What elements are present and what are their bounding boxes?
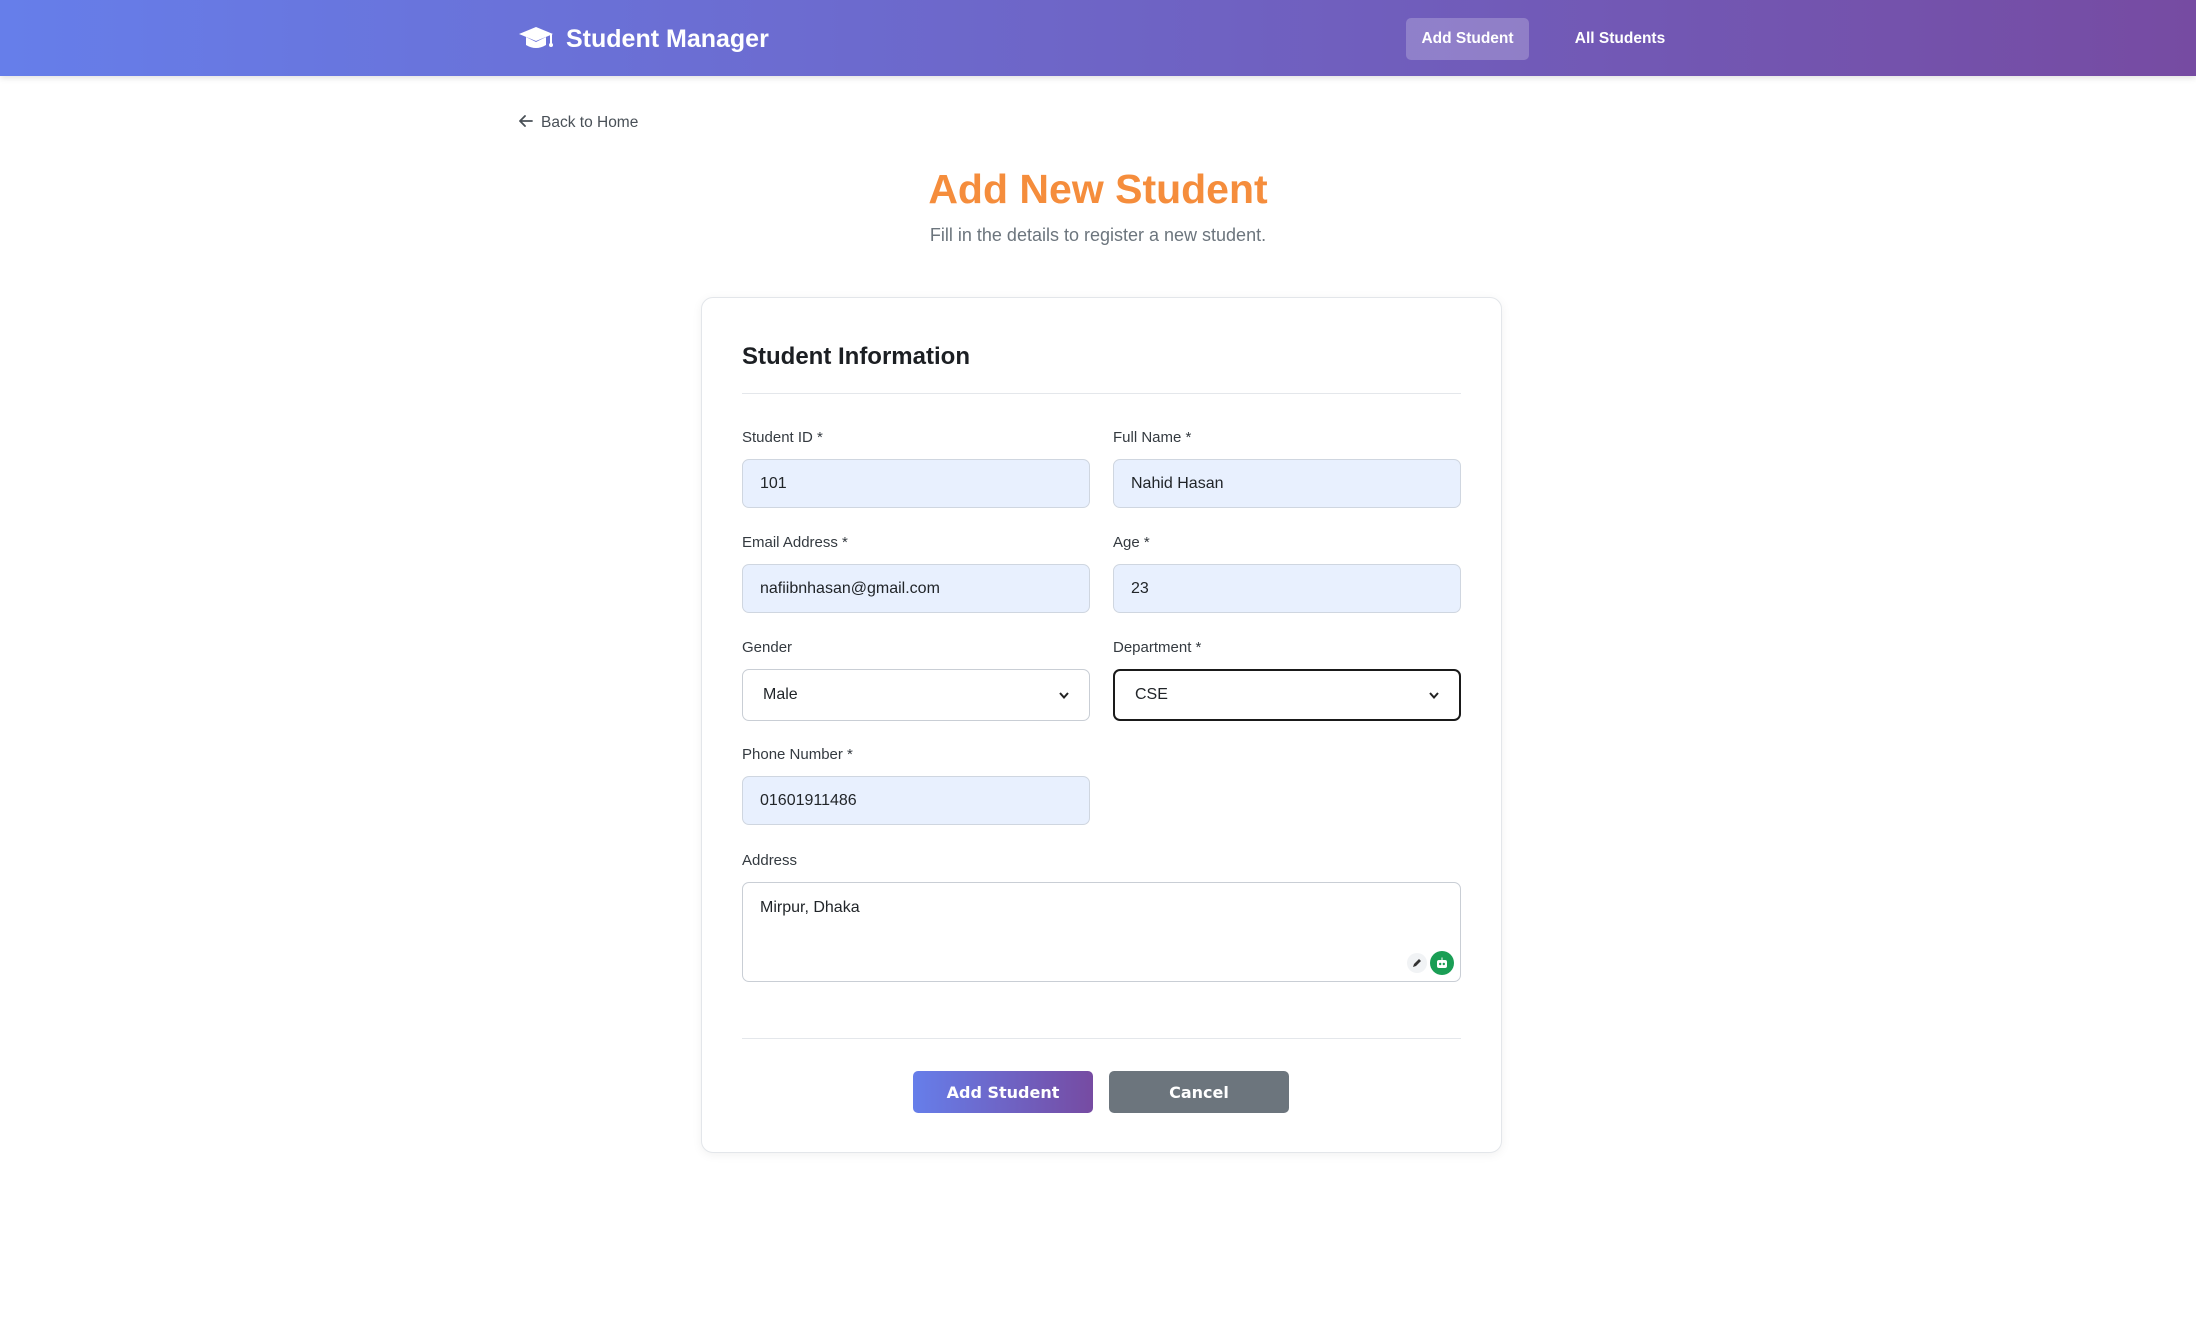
chevron-down-icon (1429, 686, 1439, 704)
address-value: Mirpur, Dhaka (760, 899, 860, 916)
age-input[interactable]: 23 (1113, 564, 1461, 613)
gender-select[interactable]: Male (742, 669, 1090, 721)
cancel-button[interactable]: Cancel (1109, 1071, 1289, 1113)
nav-add-student[interactable]: Add Student (1406, 18, 1529, 60)
email-label: Email Address * (742, 534, 848, 551)
actions-divider (742, 1038, 1461, 1039)
navbar: Student Manager Add Student All Students (0, 0, 2196, 76)
graduation-cap-icon (518, 25, 554, 53)
phone-label: Phone Number * (742, 746, 853, 763)
gender-label: Gender (742, 639, 793, 656)
pen-icon[interactable] (1407, 953, 1427, 973)
extension-icons (1407, 951, 1454, 975)
full-name-label: Full Name * (1113, 429, 1192, 446)
back-link-label: Back to Home (541, 114, 639, 131)
full-name-input[interactable]: Nahid Hasan (1113, 459, 1461, 508)
arrow-left-icon (519, 114, 533, 132)
department-selected-value: CSE (1135, 686, 1168, 703)
section-title: Student Information (742, 343, 970, 370)
address-textarea[interactable]: Mirpur, Dhaka (742, 882, 1461, 982)
robot-icon[interactable] (1430, 951, 1454, 975)
back-to-home-link[interactable]: Back to Home (519, 111, 638, 135)
phone-input[interactable]: 01601911486 (742, 776, 1090, 825)
nav-all-students[interactable]: All Students (1565, 18, 1675, 60)
department-label: Department * (1113, 639, 1202, 656)
student-form-card: Student Information Student ID * 101 Ful… (701, 297, 1502, 1153)
address-label: Address (742, 852, 798, 869)
chevron-down-icon (1059, 686, 1069, 704)
age-label: Age * (1113, 534, 1150, 551)
brand[interactable]: Student Manager (518, 19, 769, 59)
email-input[interactable]: nafiibnhasan@gmail.com (742, 564, 1090, 613)
page-title: Add New Student (928, 166, 1268, 212)
student-id-input[interactable]: 101 (742, 459, 1090, 508)
department-select[interactable]: CSE (1113, 669, 1461, 721)
section-divider (742, 393, 1461, 394)
page-subtitle: Fill in the details to register a new st… (929, 225, 1267, 245)
gender-selected-value: Male (763, 686, 798, 703)
student-id-label: Student ID * (742, 429, 823, 446)
add-student-button[interactable]: Add Student (913, 1071, 1093, 1113)
brand-title: Student Manager (566, 24, 769, 53)
